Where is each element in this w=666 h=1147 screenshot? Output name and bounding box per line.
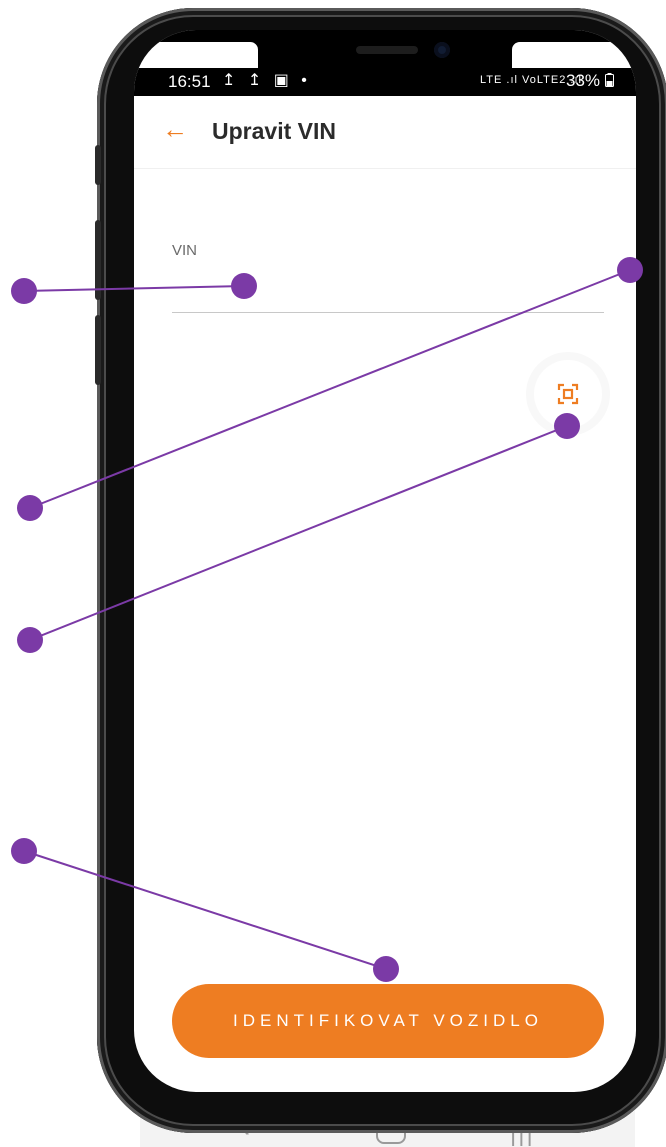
- app-bar: ← Upravit VIN: [134, 96, 636, 169]
- annotation-dot: [17, 627, 43, 653]
- vin-input[interactable]: [172, 270, 604, 313]
- scan-frame-icon: [557, 383, 579, 405]
- camera-icon: [434, 42, 450, 58]
- status-bar: 16:51 ↥ ↥ ▣ • LTE .ıl VoLTE2 .ıl 33%: [134, 30, 636, 96]
- vin-field-label: VIN: [172, 242, 198, 259]
- volume-down-key: [95, 315, 101, 385]
- page-title: Upravit VIN: [212, 118, 336, 144]
- identify-vehicle-button[interactable]: IDENTIFIKOVAT VOZIDLO: [172, 984, 604, 1058]
- arrow-left-icon[interactable]: ←: [162, 114, 188, 144]
- status-time: 16:51: [168, 72, 211, 91]
- phone-screen: 16:51 ↥ ↥ ▣ • LTE .ıl VoLTE2 .ıl 33% ← U…: [134, 30, 636, 1092]
- annotation-dot: [17, 495, 43, 521]
- volume-key: [95, 145, 101, 185]
- battery-level: 33%: [566, 71, 614, 91]
- volume-up-key: [95, 220, 101, 300]
- annotation-dot: [11, 838, 37, 864]
- annotation-dot: [11, 278, 37, 304]
- battery-icon: [604, 73, 614, 87]
- speaker-grille: [356, 46, 418, 54]
- notification-icons: ↥ ↥ ▣ •: [222, 72, 311, 89]
- scan-vin-button[interactable]: [534, 360, 602, 428]
